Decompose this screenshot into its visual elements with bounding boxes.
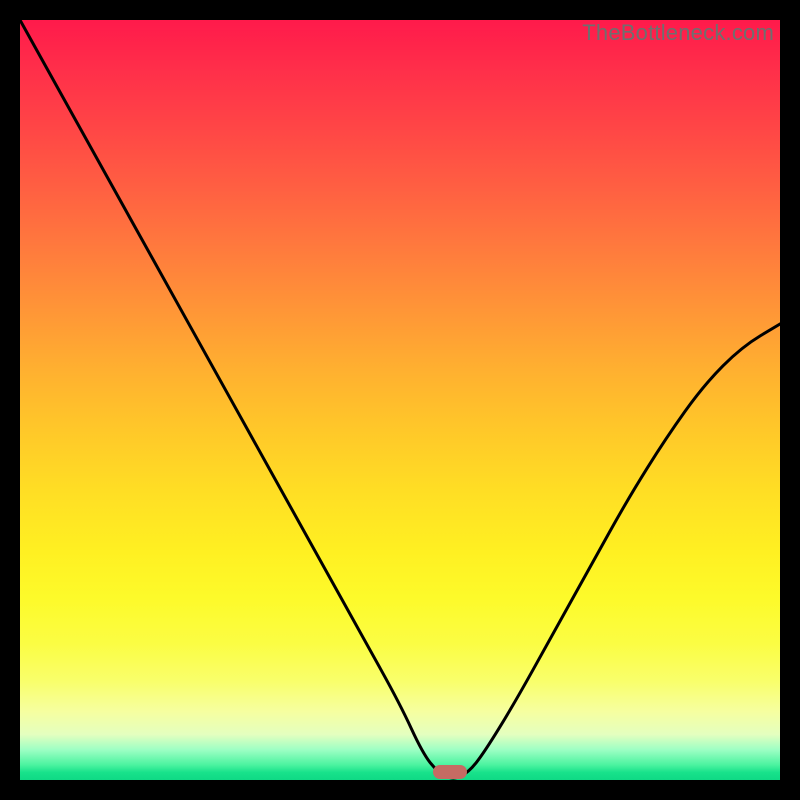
plot-area: TheBottleneck.com — [20, 20, 780, 780]
chart-frame: TheBottleneck.com — [0, 0, 800, 800]
bottleneck-curve — [20, 20, 780, 780]
watermark-text: TheBottleneck.com — [582, 20, 774, 46]
minimum-marker — [433, 765, 467, 779]
